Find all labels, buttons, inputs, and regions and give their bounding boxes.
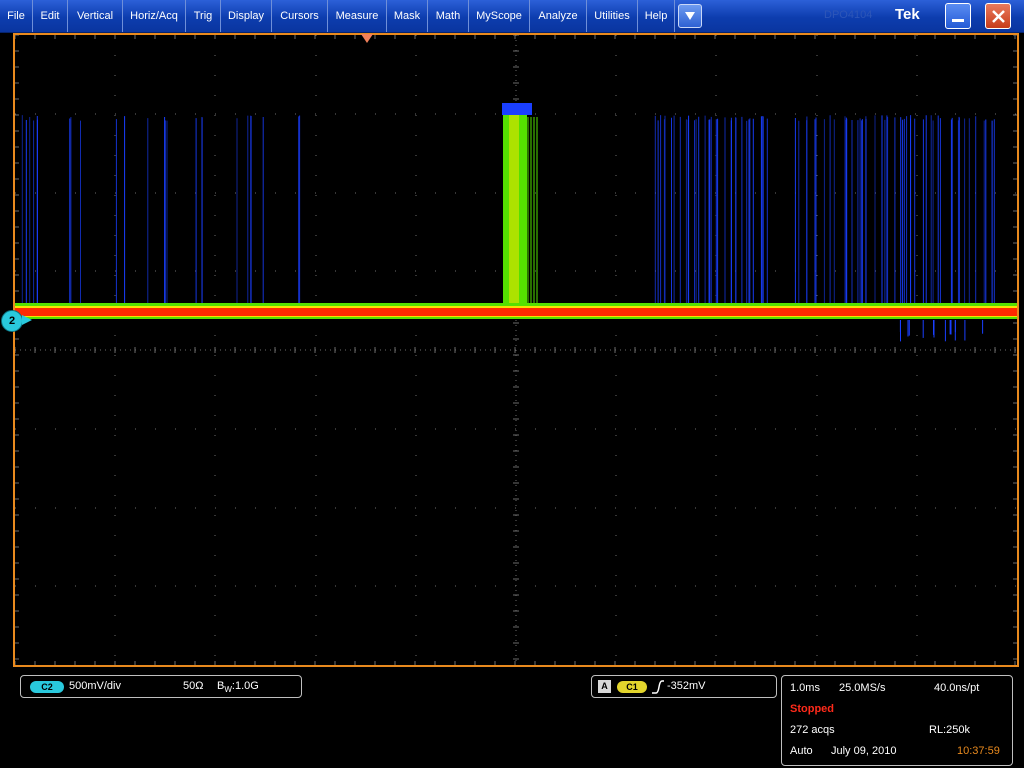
pulse-core xyxy=(509,115,519,307)
menu-bar: File Edit Vertical Horiz/Acq Trig Displa… xyxy=(0,0,1024,33)
record-length: RL:250k xyxy=(929,724,970,736)
menu-file[interactable]: File xyxy=(0,0,33,32)
bandwidth-limit: BW:1.0G xyxy=(217,680,259,695)
menu-horiz-acq[interactable]: Horiz/Acq xyxy=(123,0,186,32)
menu-dropdown-button[interactable] xyxy=(678,4,702,28)
time-resolution: 40.0ns/pt xyxy=(934,682,980,694)
menu-edit[interactable]: Edit xyxy=(33,0,68,32)
menu-cursors[interactable]: Cursors xyxy=(272,0,328,32)
minimize-button[interactable] xyxy=(945,3,971,29)
menu-math[interactable]: Math xyxy=(428,0,469,32)
waveform-canvas xyxy=(15,35,1017,665)
pulse-overshoot xyxy=(502,103,532,115)
channel-2-ground-marker[interactable]: 2 xyxy=(1,310,23,332)
channel-2-ground-arrow-icon xyxy=(22,315,32,325)
trigger-readout[interactable]: A C1 -352mV xyxy=(591,675,777,698)
waveform-display[interactable] xyxy=(13,33,1019,667)
minimize-icon xyxy=(952,19,964,22)
close-button[interactable] xyxy=(985,3,1011,29)
trigger-mode: Auto xyxy=(790,745,813,757)
menu-myscope[interactable]: MyScope xyxy=(469,0,530,32)
model-label: DPO4104 xyxy=(824,9,873,21)
time-per-division: 1.0ms xyxy=(790,682,820,694)
close-icon xyxy=(992,10,1005,23)
menu-measure[interactable]: Measure xyxy=(328,0,387,32)
trigger-position-marker[interactable] xyxy=(361,34,373,43)
menu-trig[interactable]: Trig xyxy=(186,0,221,32)
vertical-scale: 500mV/div xyxy=(69,680,121,692)
input-impedance: 50Ω xyxy=(183,680,204,692)
vertical-readout[interactable]: C2 500mV/div 50Ω BW:1.0G xyxy=(20,675,302,698)
menu-vertical[interactable]: Vertical xyxy=(68,0,123,32)
menu-analyze[interactable]: Analyze xyxy=(530,0,587,32)
menu-utilities[interactable]: Utilities xyxy=(587,0,638,32)
menu-help[interactable]: Help xyxy=(638,0,675,32)
tek-logo: Tek xyxy=(895,6,920,23)
menu-mask[interactable]: Mask xyxy=(387,0,428,32)
trigger-level: -352mV xyxy=(667,680,706,692)
trigger-source-badge: C1 xyxy=(617,681,647,693)
acquisition-date: July 09, 2010 xyxy=(831,745,897,757)
chevron-down-icon xyxy=(685,12,695,20)
channel-2-badge: C2 xyxy=(30,681,64,693)
trigger-type-box: A xyxy=(598,680,611,693)
acquisition-readout[interactable]: 1.0ms 25.0MS/s 40.0ns/pt Stopped 272 acq… xyxy=(781,675,1013,766)
menu-display[interactable]: Display xyxy=(221,0,272,32)
acquisition-count: 272 acqs xyxy=(790,724,835,736)
acquisition-time: 10:37:59 xyxy=(957,745,1000,757)
run-state: Stopped xyxy=(790,703,834,715)
baseline-red xyxy=(15,308,1017,316)
rising-edge-icon xyxy=(652,680,664,694)
sample-rate: 25.0MS/s xyxy=(839,682,886,694)
